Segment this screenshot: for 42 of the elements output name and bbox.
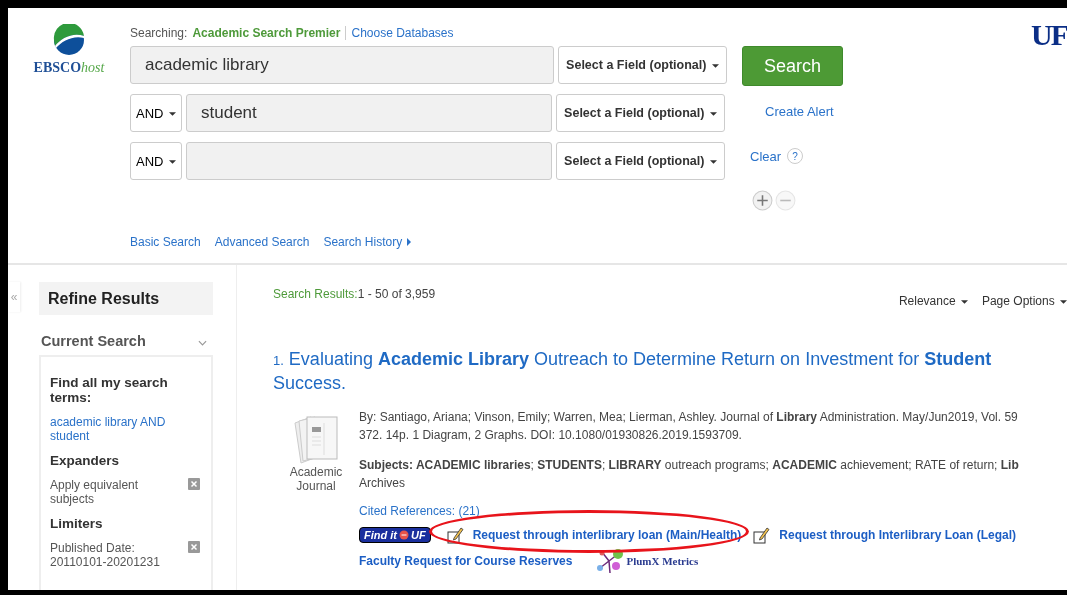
search-input[interactable]: student (186, 94, 552, 132)
nav-link[interactable]: Search History (323, 235, 403, 249)
field-dropdown[interactable]: Select a Field (optional) (556, 142, 725, 180)
source-text: By: Santiago, Ariana; Vinson, Emily; Warren, Mea; Lierman, Ashley. Journal of Library Administration. May/Jun2019, Vol. 59 (359, 409, 1019, 426)
operator-dropdown[interactable]: AND (130, 94, 182, 132)
group-heading: Find all my search terms: (50, 375, 169, 405)
result-title-link[interactable]: 1. Evaluating Academic Library Outreach to Determine Return on Investment for Student Success. (273, 348, 1053, 395)
interlibrary-loan-link[interactable]: Request through interlibrary loan (Main/Health) (472, 528, 742, 542)
group-heading: Expanders (50, 453, 121, 468)
results-label: Search Results: (273, 287, 358, 301)
sort-dropdown[interactable]: Relevance (898, 294, 968, 308)
clear-link[interactable]: Clear (750, 148, 782, 164)
source-text: 372. 14p. 1 Diagram, 2 Graphs. DOI: 10.1080/01930826.2019.1593709. (359, 427, 743, 444)
subjects-text: Subjects: ACADEMIC libraries; STUDENTS; LIBRARY outreach programs; ACADEMIC achievement; RATE of return; Lib (359, 457, 1020, 474)
search-terms-link[interactable]: academic library AND student (50, 415, 203, 443)
publication-type: Academic Journal (288, 465, 344, 493)
operator-dropdown[interactable]: AND (130, 142, 182, 180)
faculty-request-link[interactable]: Faculty Request for Course Reserves (359, 554, 573, 568)
field-dropdown[interactable]: Select a Field (optional) (556, 94, 725, 132)
results-count: 1 - 50 of 3,959 (357, 287, 436, 301)
refine-results-header: Refine Results (39, 282, 213, 315)
database-name: Academic Search Premier (192, 26, 341, 40)
nav-link[interactable]: Advanced Search (214, 235, 310, 249)
applied-filter: Published Date: 20110101-20201231 (50, 541, 161, 569)
nav-link[interactable]: Basic Search (130, 235, 201, 249)
brand-logo: EBSCOhost (33, 60, 105, 76)
searching-label: Searching: (130, 26, 188, 40)
group-heading: Limiters (50, 516, 104, 531)
search-button[interactable]: Search (742, 46, 843, 86)
applied-filter: Apply equivalent subjects (50, 478, 140, 506)
interlibrary-loan-link[interactable]: Request through Interlibrary Loan (Legal) (779, 528, 1017, 542)
section-heading[interactable]: Current Search (41, 333, 146, 349)
plumx-metrics-link[interactable]: PlumX Metrics (626, 555, 699, 567)
subjects-text: Archives (359, 475, 406, 492)
cited-references-link[interactable]: Cited References: (21) (359, 504, 1067, 518)
search-input[interactable]: academic library (130, 46, 554, 84)
field-dropdown[interactable]: Select a Field (optional) (558, 46, 727, 84)
university-logo: UF (1031, 18, 1067, 52)
page-options-dropdown[interactable]: Page Options (981, 294, 1067, 308)
choose-databases-link[interactable]: Choose Databases (345, 26, 454, 40)
find-it-button[interactable]: Find it UF (359, 527, 431, 543)
create-alert-link[interactable]: Create Alert (765, 104, 843, 119)
